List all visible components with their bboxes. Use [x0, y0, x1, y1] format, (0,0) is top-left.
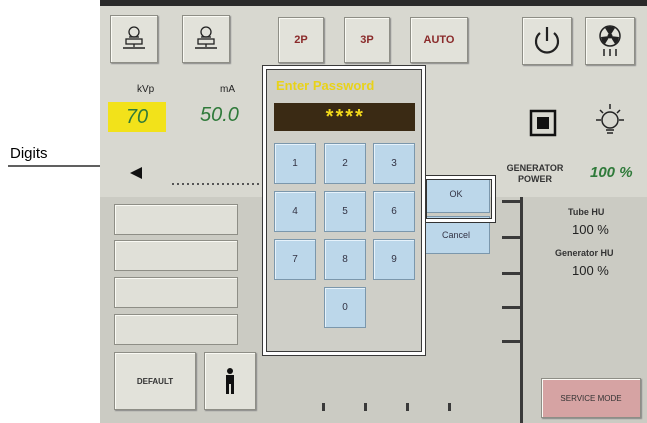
service-mode-button[interactable]: SERVICE MODE: [541, 378, 641, 418]
scale-tick: [502, 200, 520, 203]
patient-button[interactable]: [204, 352, 256, 410]
password-display: ****: [274, 103, 415, 131]
scale-tick: [502, 236, 520, 239]
left-arrow-icon[interactable]: [128, 166, 144, 184]
kvp-value[interactable]: 70: [108, 102, 166, 132]
generator-hu-label: Generator HU: [555, 248, 614, 258]
password-keypad: Enter Password **** 1 2 3 4 5 6 7 8 9 0: [263, 66, 425, 355]
key-8[interactable]: 8: [324, 239, 366, 280]
power-icon: [534, 27, 560, 54]
collimator-icon[interactable]: [528, 108, 558, 143]
key-0[interactable]: 0: [324, 287, 366, 328]
screen-bezel: [100, 0, 647, 6]
protocol-row-1[interactable]: [114, 204, 238, 235]
bucky-2-button[interactable]: [182, 15, 230, 63]
bottom-tick: [448, 403, 451, 411]
2p-button[interactable]: 2P: [278, 17, 324, 63]
generator-hu-value: 100 %: [572, 263, 609, 278]
generator-power-value: 100 %: [590, 164, 633, 181]
radiation-icon: [599, 25, 621, 56]
scale-divider: [520, 197, 523, 423]
person-icon: [226, 368, 234, 394]
password-masked: ****: [324, 105, 365, 128]
bottom-tick: [406, 403, 409, 411]
slider-track[interactable]: [172, 183, 262, 185]
protocol-row-2[interactable]: [114, 240, 238, 271]
key-6[interactable]: 6: [373, 191, 415, 232]
protocol-row-3[interactable]: [114, 277, 238, 308]
default-button[interactable]: DEFAULT: [114, 352, 196, 410]
scale-tick: [502, 306, 520, 309]
key-2[interactable]: 2: [324, 143, 366, 184]
ma-value[interactable]: 50.0: [200, 104, 239, 127]
key-5[interactable]: 5: [324, 191, 366, 232]
bucky-icon: [123, 26, 145, 49]
scale-tick: [502, 272, 520, 275]
password-title: Enter Password: [276, 78, 375, 93]
tube-hu-value: 100 %: [572, 222, 609, 237]
bucky-icon: [195, 26, 217, 49]
power-button[interactable]: [522, 17, 572, 65]
generator-power-label: GENERATOR POWER: [506, 163, 564, 184]
key-1[interactable]: 1: [274, 143, 316, 184]
bottom-tick: [322, 403, 325, 411]
bottom-tick: [364, 403, 367, 411]
ok-highlight-box: [423, 176, 495, 222]
scale-tick: [502, 340, 520, 343]
key-3[interactable]: 3: [373, 143, 415, 184]
ma-label: mA: [220, 84, 235, 95]
bucky-1-button[interactable]: [110, 15, 158, 63]
protocol-row-4[interactable]: [114, 314, 238, 345]
kvp-label: kVp: [137, 84, 155, 95]
3p-button[interactable]: 3P: [344, 17, 390, 63]
radiation-button[interactable]: [585, 17, 635, 65]
tube-hu-label: Tube HU: [568, 207, 605, 217]
auto-button[interactable]: AUTO: [410, 17, 468, 63]
lamp-icon[interactable]: [590, 100, 630, 145]
key-9[interactable]: 9: [373, 239, 415, 280]
key-4[interactable]: 4: [274, 191, 316, 232]
key-7[interactable]: 7: [274, 239, 316, 280]
